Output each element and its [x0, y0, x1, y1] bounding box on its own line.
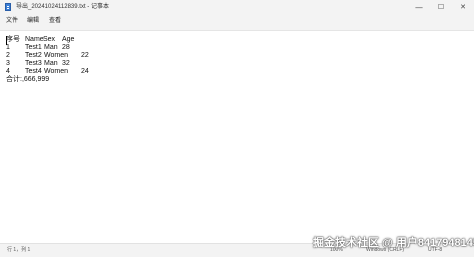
row-2-age: 22: [81, 52, 89, 59]
menu-bar: 文件 编辑 查看: [0, 15, 474, 27]
title-bar: 导出_20241024112839.txt - 记事本 — ☐ ✕: [0, 0, 474, 15]
header-name: Name: [25, 36, 44, 43]
row-2-index: 2: [6, 52, 10, 59]
row-2-name: Test2: [25, 52, 42, 59]
close-button[interactable]: ✕: [452, 0, 474, 15]
row-3-age: 32: [62, 60, 70, 67]
menu-edit[interactable]: 编辑: [27, 16, 39, 26]
row-4-index: 4: [6, 68, 10, 75]
watermark: 掘金技术社区 @ 用户8417948145: [313, 237, 474, 249]
row-1-index: 1: [6, 44, 10, 51]
row-3-index: 3: [6, 60, 10, 67]
row-4-age: 24: [81, 68, 89, 75]
window-title: 导出_20241024112839.txt - 记事本: [16, 4, 109, 10]
notepad-icon: [5, 3, 11, 11]
row-3-name: Test3: [25, 60, 42, 67]
text-editor[interactable]: 序号 Name Sex Age 1 Test1 Man 28 2 Test2 W…: [0, 30, 474, 243]
header-sex: Sex: [43, 36, 56, 43]
row-2-sex: Women: [44, 52, 68, 59]
header-index: 序号: [6, 36, 20, 43]
header-age: Age: [62, 36, 75, 43]
maximize-button[interactable]: ☐: [430, 0, 452, 15]
menu-file[interactable]: 文件: [6, 16, 18, 26]
total-line: 合计:,666,999: [6, 76, 50, 83]
row-4-name: Test4: [25, 68, 42, 75]
minimize-button[interactable]: —: [408, 0, 430, 15]
row-1-age: 28: [62, 44, 70, 51]
row-3-sex: Man: [44, 60, 58, 67]
menu-view[interactable]: 查看: [49, 16, 61, 26]
cursor-position: 行 1，列 1: [7, 247, 31, 253]
row-1-name: Test1: [25, 44, 42, 51]
row-4-sex: Women: [44, 68, 68, 75]
row-1-sex: Man: [44, 44, 58, 51]
